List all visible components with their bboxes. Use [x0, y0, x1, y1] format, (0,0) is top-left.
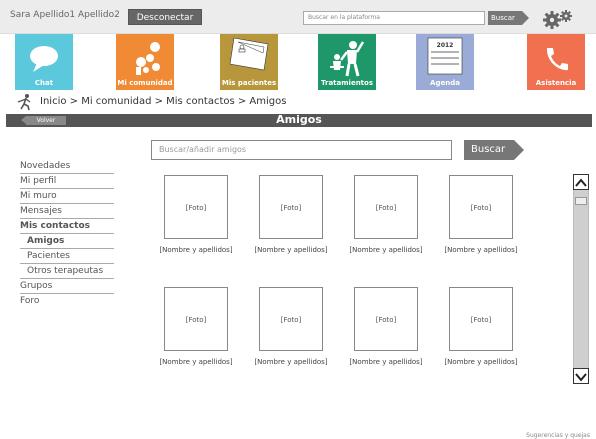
friend-name[interactable]: [Nombre y apellidos] [243, 246, 339, 254]
platform-search-input[interactable]: Buscar en la plataforma [303, 11, 485, 25]
suggestions-link[interactable]: Sugerencias y quejas [526, 432, 590, 439]
sidebar: Novedades Mi perfil Mi muro Mensajes Mis… [20, 159, 114, 309]
sidebar-item-mis-contactos[interactable]: Mis contactos [20, 219, 114, 234]
sidebar-item-grupos[interactable]: Grupos [20, 279, 114, 294]
user-name: Sara Apellido1 Apellido2 [10, 10, 120, 20]
page-title: Amigos [276, 113, 322, 126]
breadcrumb[interactable]: Inicio > Mi comunidad > Mis contactos > … [40, 96, 286, 107]
tile-label: Mi comunidad [117, 79, 173, 87]
chevron-up-icon [575, 178, 587, 187]
scroll-up-button[interactable] [573, 174, 589, 190]
tile-tratamientos[interactable]: Tratamientos [318, 34, 376, 90]
tile-label: Agenda [430, 79, 460, 87]
friend-photo[interactable]: [Foto] [259, 287, 323, 351]
tile-label: Asistencia [535, 79, 577, 87]
sidebar-item-mensajes[interactable]: Mensajes [20, 204, 114, 219]
scroll-thumb[interactable] [575, 197, 587, 205]
friend-photo[interactable]: [Foto] [354, 175, 418, 239]
friend-photo[interactable]: [Foto] [164, 287, 228, 351]
walking-figure-icon [17, 94, 31, 111]
friend-photo[interactable]: [Foto] [449, 175, 513, 239]
friend-name[interactable]: [Nombre y apellidos] [338, 358, 434, 366]
tile-mi-comunidad[interactable]: Mi comunidad [116, 34, 174, 90]
friend-name[interactable]: [Nombre y apellidos] [148, 358, 244, 366]
back-button[interactable]: Volver [21, 116, 66, 125]
tile-agenda[interactable]: 2012 Agenda [416, 34, 474, 90]
sidebar-item-pacientes[interactable]: Pacientes [20, 249, 114, 264]
friend-name[interactable]: [Nombre y apellidos] [433, 246, 529, 254]
tile-asistencia[interactable]: Asistencia [527, 34, 585, 90]
friend-name[interactable]: [Nombre y apellidos] [243, 358, 339, 366]
sidebar-item-foro[interactable]: Foro [20, 294, 114, 309]
tile-mis-pacientes[interactable]: Mis pacientes [220, 34, 278, 90]
tile-label: Chat [34, 79, 54, 87]
title-bar: Amigos Volver [6, 113, 592, 127]
calendar-year: 2012 [437, 42, 454, 49]
friend-name[interactable]: [Nombre y apellidos] [433, 358, 529, 366]
friend-photo[interactable]: [Foto] [259, 175, 323, 239]
friend-search-input[interactable]: Buscar/añadir amigos [151, 140, 452, 160]
scroll-down-button[interactable] [573, 368, 589, 384]
tile-chat[interactable]: Chat [15, 34, 73, 90]
sidebar-item-novedades[interactable]: Novedades [20, 159, 114, 174]
tile-label: Mis pacientes [221, 79, 277, 87]
top-bar: Sara Apellido1 Apellido2 Desconectar Bus… [0, 0, 596, 34]
sidebar-item-otros-terapeutas[interactable]: Otros terapeutas [20, 264, 114, 279]
logout-button[interactable]: Desconectar [128, 9, 202, 25]
scrollbar[interactable] [573, 174, 589, 384]
sidebar-item-amigos[interactable]: Amigos [20, 234, 114, 249]
friend-photo[interactable]: [Foto] [354, 287, 418, 351]
friend-photo[interactable]: [Foto] [164, 175, 228, 239]
gear-icon[interactable] [541, 9, 577, 29]
friend-name[interactable]: [Nombre y apellidos] [148, 246, 244, 254]
friend-search-button[interactable]: Buscar [464, 140, 524, 160]
friend-name[interactable]: [Nombre y apellidos] [338, 246, 434, 254]
chevron-down-icon [575, 373, 587, 382]
sidebar-item-mi-perfil[interactable]: Mi perfil [20, 174, 114, 189]
sidebar-item-mi-muro[interactable]: Mi muro [20, 189, 114, 204]
tile-label: Tratamientos [321, 79, 373, 87]
platform-search-button[interactable]: Buscar [488, 11, 529, 25]
friend-photo[interactable]: [Foto] [449, 287, 513, 351]
